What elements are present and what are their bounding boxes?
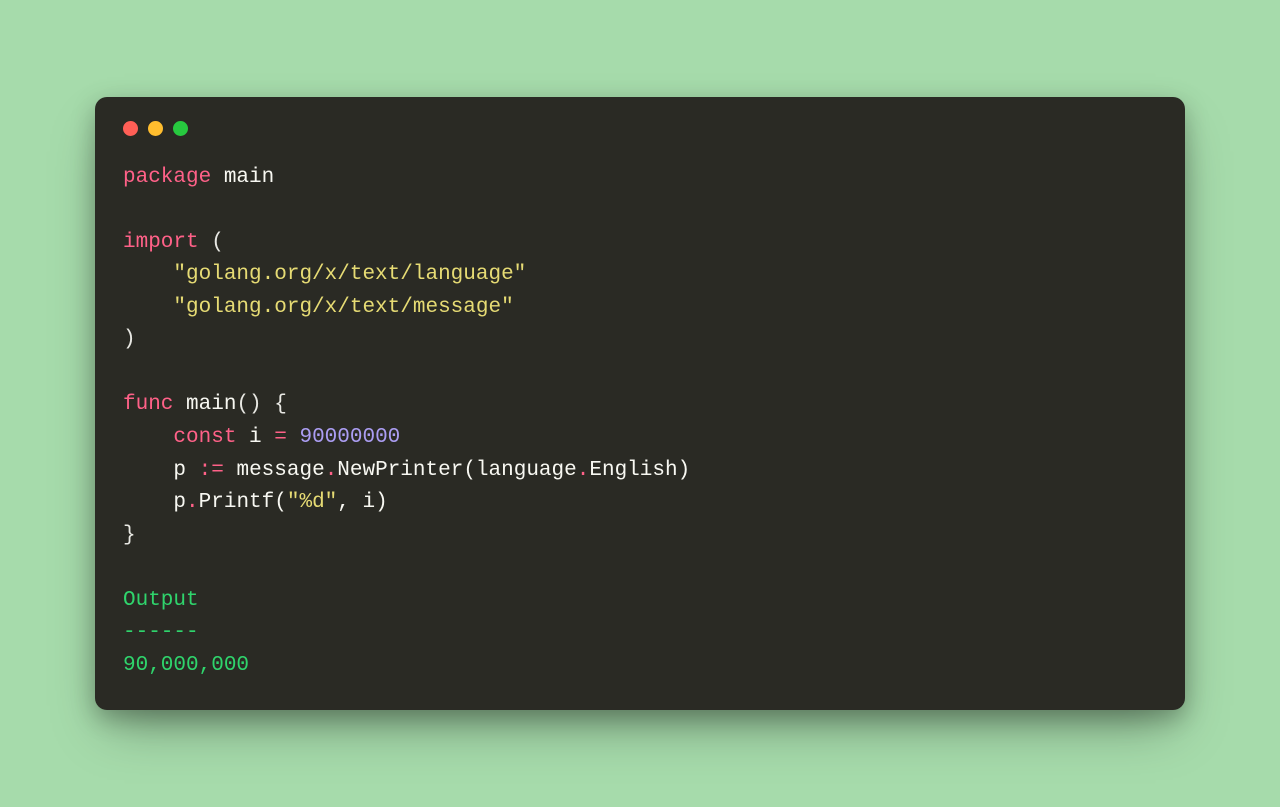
code-block: package main import ( "golang.org/x/text… (123, 162, 1157, 683)
keyword-package: package (123, 166, 211, 189)
keyword-const: const (173, 426, 236, 449)
output-label: Output (123, 589, 199, 612)
output-separator: ------ (123, 621, 199, 644)
indent (123, 296, 173, 319)
package-name: main (224, 166, 274, 189)
const-ident: i (236, 426, 274, 449)
minimize-icon[interactable] (148, 121, 163, 136)
dot-operator: . (325, 459, 338, 482)
paren-close: ) (123, 328, 136, 351)
operator-assign: := (199, 459, 224, 482)
number-literal: 90000000 (299, 426, 400, 449)
brace-close: } (123, 524, 136, 547)
close-icon[interactable] (123, 121, 138, 136)
call-printf-rest: , i) (337, 491, 387, 514)
keyword-func: func (123, 393, 173, 416)
call-newprinter-left: NewPrinter(language (337, 459, 576, 482)
ident-message: message (224, 459, 325, 482)
ident-p: p (173, 459, 198, 482)
call-newprinter-right: English) (589, 459, 690, 482)
dot-operator: . (577, 459, 590, 482)
indent (123, 491, 173, 514)
code-window: package main import ( "golang.org/x/text… (95, 97, 1185, 711)
window-controls (123, 121, 1157, 136)
indent (123, 426, 173, 449)
maximize-icon[interactable] (173, 121, 188, 136)
call-printf-left: Printf( (199, 491, 287, 514)
func-sig: () { (236, 393, 286, 416)
keyword-import: import (123, 231, 199, 254)
format-string: "%d" (287, 491, 337, 514)
import-path-2: "golang.org/x/text/message" (173, 296, 513, 319)
indent (123, 263, 173, 286)
output-value: 90,000,000 (123, 654, 249, 677)
dot-operator: . (186, 491, 199, 514)
import-path-1: "golang.org/x/text/language" (173, 263, 526, 286)
ident-p2: p (173, 491, 186, 514)
func-name: main (186, 393, 236, 416)
operator-eq: = (274, 426, 287, 449)
paren-open: ( (211, 231, 224, 254)
indent (123, 459, 173, 482)
